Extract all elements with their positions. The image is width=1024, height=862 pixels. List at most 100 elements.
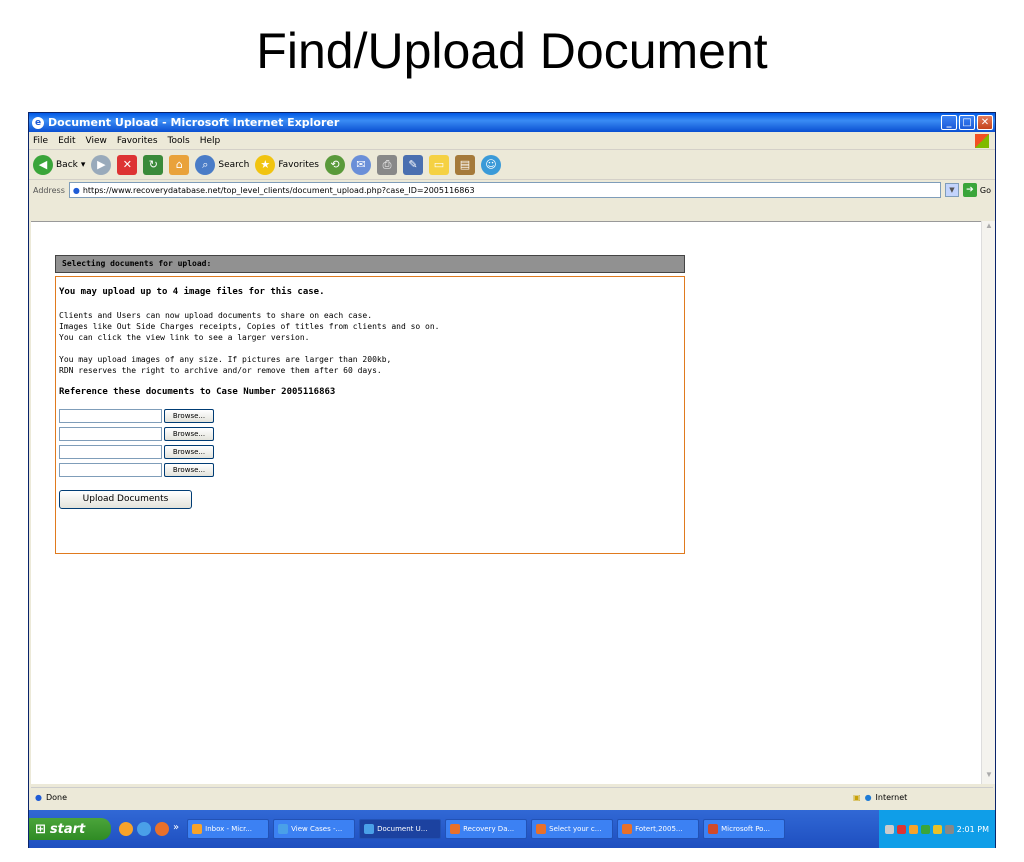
- address-label: Address: [33, 185, 65, 195]
- status-text: Done: [45, 793, 68, 802]
- print-icon[interactable]: ⎙: [376, 154, 397, 175]
- file-input-3[interactable]: [59, 445, 162, 459]
- lock-icon: ▣: [853, 793, 861, 802]
- back-arrow-icon: ◀: [33, 154, 53, 175]
- taskbar-item-document-upload[interactable]: Document U...: [359, 819, 442, 839]
- search-button[interactable]: ⌕ Search: [195, 154, 249, 175]
- security-zone: ▣ ● Internet: [853, 793, 993, 802]
- taskbar-item-view-cases[interactable]: View Cases -...: [273, 819, 356, 839]
- file-row: Browse...: [59, 444, 684, 460]
- tray-outlook-icon[interactable]: [908, 824, 918, 834]
- discuss-icon[interactable]: ▭: [428, 154, 449, 175]
- globe-icon: ●: [864, 793, 872, 802]
- taskbar-item-fotert[interactable]: Fotert,2005...: [617, 819, 700, 839]
- page-content: Selecting documents for upload: You may …: [31, 221, 981, 784]
- go-label: Go: [979, 185, 991, 195]
- quick-launch: »: [111, 822, 187, 836]
- size-line-2: RDN reserves the right to archive and/or…: [59, 366, 382, 375]
- task-label: Inbox - Micr...: [205, 825, 252, 833]
- ie-icon: [278, 824, 289, 834]
- stop-icon[interactable]: ✕: [117, 154, 138, 175]
- menu-view[interactable]: View: [86, 136, 107, 146]
- edit-icon[interactable]: ✎: [402, 154, 423, 175]
- tray-monitor-icon[interactable]: [944, 824, 954, 834]
- windows-logo-icon: [975, 133, 989, 148]
- menu-favorites[interactable]: Favorites: [117, 136, 158, 146]
- ie-quick-icon[interactable]: [137, 822, 151, 836]
- taskbar-item-select[interactable]: Select your c...: [531, 819, 614, 839]
- intro-line-2: Images like Out Side Charges receipts, C…: [59, 322, 440, 331]
- title-bar[interactable]: e Document Upload - Microsoft Internet E…: [29, 113, 995, 132]
- browser-window: e Document Upload - Microsoft Internet E…: [28, 112, 996, 848]
- file-input-1[interactable]: [59, 409, 162, 423]
- start-button[interactable]: ⊞ start: [29, 818, 111, 840]
- case-reference-text: Reference these documents to Case Number…: [59, 387, 336, 397]
- close-button[interactable]: ✕: [977, 115, 993, 130]
- back-button[interactable]: ◀ Back ▾: [33, 154, 85, 175]
- file-input-2[interactable]: [59, 427, 162, 441]
- zone-label: Internet: [875, 793, 908, 802]
- vertical-scrollbar[interactable]: ▲ ▼: [981, 221, 995, 784]
- address-dropdown-icon[interactable]: ▼: [944, 183, 959, 197]
- firefox-icon: [536, 824, 547, 834]
- tray-app-icon[interactable]: [920, 824, 930, 834]
- history-icon[interactable]: ⟲: [324, 154, 345, 175]
- messenger-icon[interactable]: ☺: [480, 154, 501, 175]
- task-label: Microsoft Po...: [721, 825, 771, 833]
- forward-arrow-icon[interactable]: ▶: [91, 154, 112, 175]
- menu-bar: File Edit View Favorites Tools Help: [29, 132, 995, 150]
- menu-file[interactable]: File: [33, 136, 48, 146]
- toolbar: ◀ Back ▾ ▶ ✕ ↻ ⌂ ⌕ Search ★ Favorites ⟲ …: [29, 150, 995, 180]
- menu-tools[interactable]: Tools: [168, 136, 190, 146]
- panel-heading: Selecting documents for upload:: [55, 255, 685, 273]
- task-label: Select your c...: [549, 825, 602, 833]
- address-input[interactable]: ● https://www.recoverydatabase.net/top_l…: [68, 182, 941, 198]
- taskbar: ⊞ start » Inbox - Micr... View Cases -..…: [29, 810, 995, 848]
- menu-edit[interactable]: Edit: [58, 136, 75, 146]
- research-icon[interactable]: ▤: [454, 154, 475, 175]
- favorites-button[interactable]: ★ Favorites: [255, 154, 319, 175]
- taskbar-item-inbox[interactable]: Inbox - Micr...: [187, 819, 270, 839]
- back-label: Back: [56, 159, 78, 170]
- browse-button-1[interactable]: Browse...: [164, 409, 214, 423]
- taskbar-item-powerpoint[interactable]: Microsoft Po...: [703, 819, 786, 839]
- start-label: start: [49, 821, 86, 837]
- tray-expand-icon[interactable]: [884, 824, 894, 834]
- favorites-label: Favorites: [278, 159, 319, 170]
- outlook-icon[interactable]: [119, 822, 133, 836]
- menu-help[interactable]: Help: [200, 136, 221, 146]
- minimize-button[interactable]: _: [941, 115, 957, 130]
- home-icon[interactable]: ⌂: [169, 154, 190, 175]
- file-row: Browse...: [59, 408, 684, 424]
- outlook-icon: [192, 824, 203, 834]
- refresh-icon[interactable]: ↻: [143, 154, 164, 175]
- size-line-1: You may upload images of any size. If pi…: [59, 355, 392, 364]
- taskbar-item-recovery[interactable]: Recovery Da...: [445, 819, 528, 839]
- intro-line-3: You can click the view link to see a lar…: [59, 333, 310, 342]
- browse-button-2[interactable]: Browse...: [164, 427, 214, 441]
- clock: 2:01 PM: [956, 824, 989, 834]
- intro-line-1: Clients and Users can now upload documen…: [59, 311, 373, 320]
- page-done-icon: ●: [35, 793, 42, 802]
- maximize-button[interactable]: □: [959, 115, 975, 130]
- upload-documents-button[interactable]: Upload Documents: [59, 490, 192, 509]
- browse-button-3[interactable]: Browse...: [164, 445, 214, 459]
- go-button[interactable]: ➔ Go: [962, 183, 995, 197]
- tray-network-icon[interactable]: [896, 824, 906, 834]
- firefox-icon: [450, 824, 461, 834]
- upload-panel: You may upload up to 4 image files for t…: [55, 276, 685, 554]
- tray-security-icon[interactable]: [932, 824, 942, 834]
- more-icon[interactable]: »: [173, 822, 179, 836]
- address-url: https://www.recoverydatabase.net/top_lev…: [82, 185, 475, 195]
- task-label: View Cases -...: [291, 825, 343, 833]
- scroll-up-icon[interactable]: ▲: [982, 221, 996, 235]
- mail-icon[interactable]: ✉: [350, 154, 371, 175]
- file-input-4[interactable]: [59, 463, 162, 477]
- task-label: Fotert,2005...: [635, 825, 683, 833]
- address-bar: Address ● https://www.recoverydatabase.n…: [29, 180, 995, 200]
- browse-button-4[interactable]: Browse...: [164, 463, 214, 477]
- firefox-icon[interactable]: [155, 822, 169, 836]
- status-bar: ● Done ▣ ● Internet: [31, 787, 993, 807]
- scroll-down-icon[interactable]: ▼: [982, 770, 996, 784]
- task-label: Document U...: [377, 825, 428, 833]
